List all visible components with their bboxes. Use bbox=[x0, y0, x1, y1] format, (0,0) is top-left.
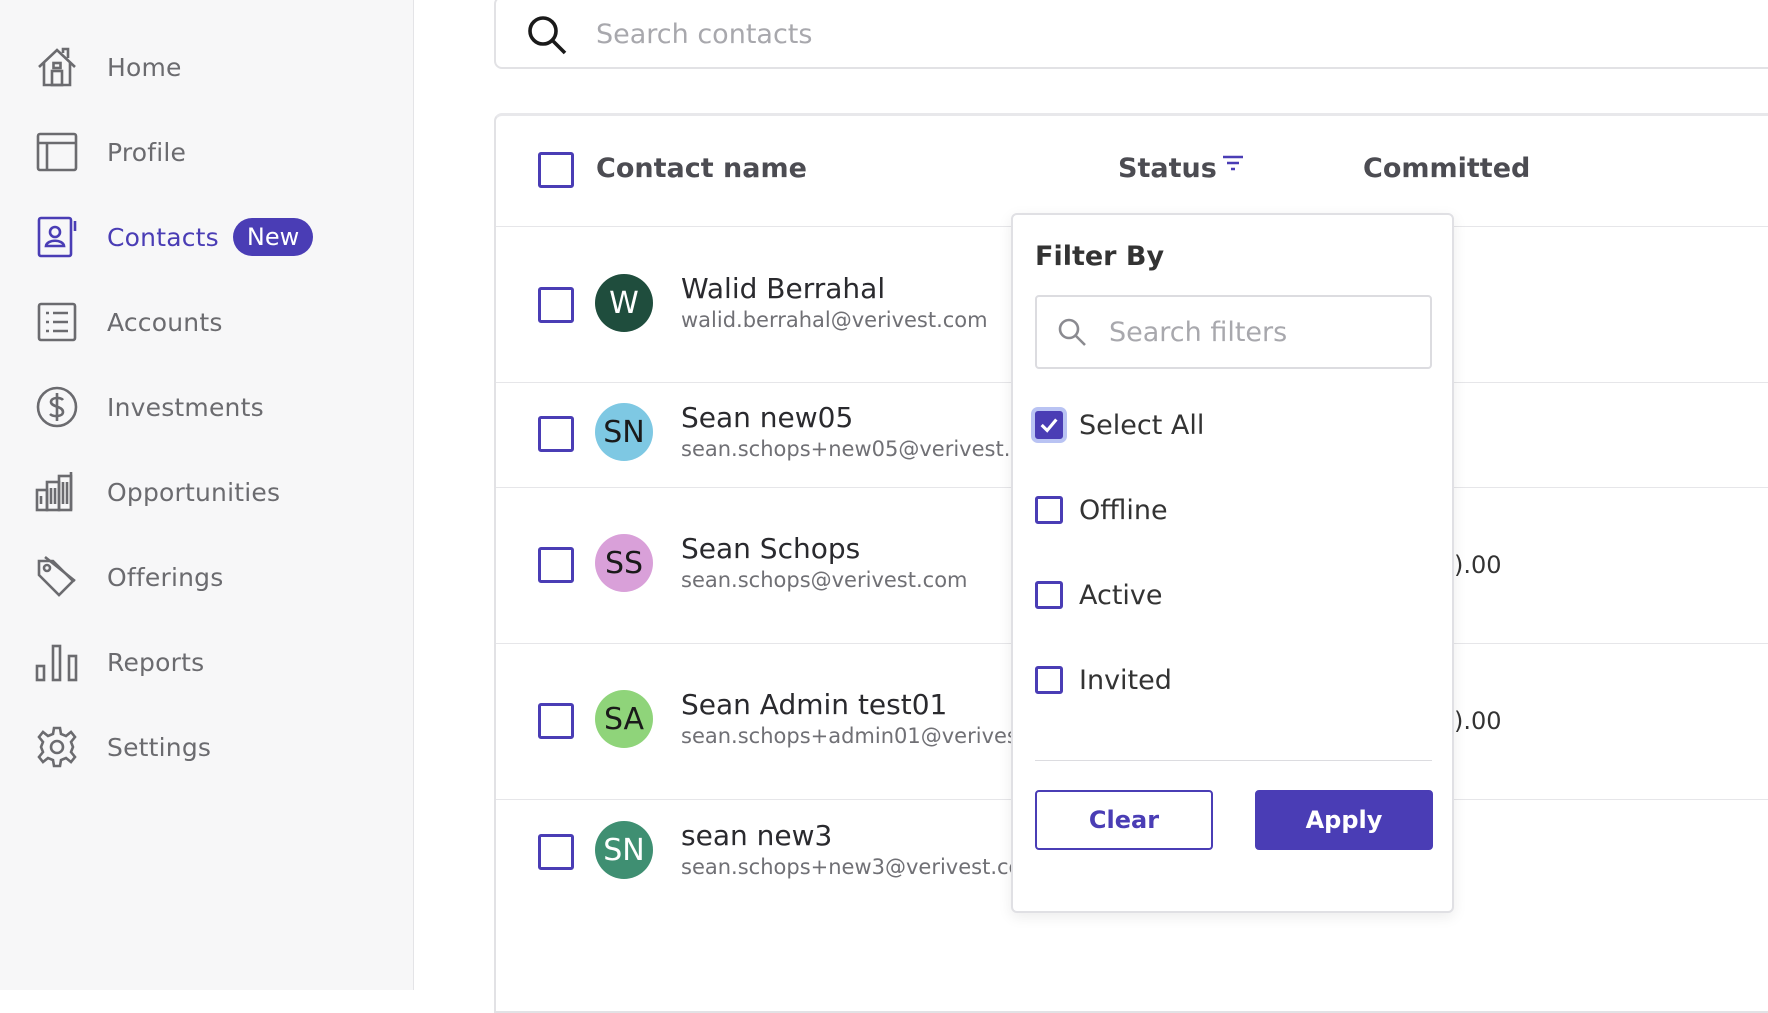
buildings-icon bbox=[35, 470, 79, 514]
search-input[interactable] bbox=[596, 12, 1496, 56]
row-checkbox[interactable] bbox=[538, 834, 574, 870]
avatar: W bbox=[595, 274, 653, 332]
sidebar-item-label: Offerings bbox=[107, 562, 224, 592]
status-filter-popover: Filter By Select All Offline Active Invi… bbox=[1011, 213, 1454, 913]
row-checkbox[interactable] bbox=[538, 547, 574, 583]
contact-name[interactable]: Walid Berrahal bbox=[681, 272, 885, 305]
column-header-contact-name[interactable]: Contact name bbox=[596, 153, 807, 184]
committed-value: ).00 bbox=[1454, 551, 1502, 579]
table-header: Contact name Status Committed bbox=[496, 116, 1768, 227]
avatar: SS bbox=[595, 534, 653, 592]
sidebar-item-profile[interactable]: Profile bbox=[35, 127, 186, 177]
contact-name[interactable]: sean new3 bbox=[681, 819, 832, 852]
contact-email: sean.schops+new05@verivest.com bbox=[681, 437, 1056, 461]
filter-search-box bbox=[1035, 295, 1432, 369]
gear-icon bbox=[35, 725, 79, 769]
sidebar-item-accounts[interactable]: Accounts bbox=[35, 297, 223, 347]
search-icon bbox=[526, 14, 568, 56]
select-all-checkbox[interactable] bbox=[1035, 411, 1063, 439]
column-header-status[interactable]: Status bbox=[1118, 153, 1217, 184]
sidebar-item-offerings[interactable]: Offerings bbox=[35, 552, 223, 602]
row-checkbox[interactable] bbox=[538, 416, 574, 452]
filter-title: Filter By bbox=[1035, 241, 1165, 272]
sidebar-item-label: Opportunities bbox=[107, 477, 281, 507]
filter-option-label: Select All bbox=[1079, 409, 1205, 441]
filter-option-active[interactable]: Active bbox=[1035, 575, 1163, 615]
contact-email: walid.berrahal@verivest.com bbox=[681, 308, 988, 332]
contact-name[interactable]: Sean Admin test01 bbox=[681, 688, 947, 721]
column-header-committed[interactable]: Committed bbox=[1363, 153, 1530, 184]
list-icon bbox=[35, 300, 79, 344]
filter-search-input[interactable] bbox=[1109, 311, 1409, 353]
contact-name[interactable]: Sean new05 bbox=[681, 401, 853, 434]
filter-option-label: Offline bbox=[1079, 494, 1168, 526]
sidebar-item-reports[interactable]: Reports bbox=[35, 637, 204, 687]
dollar-icon bbox=[35, 385, 79, 429]
apply-button[interactable]: Apply bbox=[1255, 790, 1433, 850]
contact-card-icon bbox=[35, 215, 79, 259]
sidebar-item-label: Accounts bbox=[107, 307, 223, 337]
sidebar-item-label: Investments bbox=[107, 392, 264, 422]
contact-email: sean.schops+new3@verivest.com bbox=[681, 855, 1042, 879]
layout-icon bbox=[35, 130, 79, 174]
invited-checkbox[interactable] bbox=[1035, 666, 1063, 694]
offline-checkbox[interactable] bbox=[1035, 496, 1063, 524]
filter-option-label: Active bbox=[1079, 579, 1163, 611]
row-checkbox[interactable] bbox=[538, 287, 574, 323]
new-badge: New bbox=[232, 218, 314, 256]
contact-name[interactable]: Sean Schops bbox=[681, 532, 860, 565]
contact-email: sean.schops@verivest.com bbox=[681, 568, 968, 592]
search-bar bbox=[494, 0, 1768, 69]
filter-option-label: Invited bbox=[1079, 664, 1172, 696]
search-icon bbox=[1057, 317, 1087, 347]
sidebar-item-contacts[interactable]: Contacts New bbox=[35, 212, 314, 262]
sidebar-item-label: Settings bbox=[107, 732, 212, 762]
avatar: SN bbox=[595, 821, 653, 879]
filter-option-invited[interactable]: Invited bbox=[1035, 660, 1172, 700]
home-icon bbox=[35, 45, 79, 89]
divider bbox=[1035, 760, 1432, 761]
contact-email: sean.schops+admin01@verivest.co bbox=[681, 724, 1058, 748]
sidebar-item-label: Contacts bbox=[107, 222, 219, 252]
avatar: SN bbox=[595, 403, 653, 461]
sidebar-item-label: Reports bbox=[107, 647, 205, 677]
active-checkbox[interactable] bbox=[1035, 581, 1063, 609]
select-all-rows-checkbox[interactable] bbox=[538, 152, 574, 188]
committed-value: ).00 bbox=[1454, 707, 1502, 735]
sidebar-item-label: Profile bbox=[107, 137, 187, 167]
filter-icon[interactable] bbox=[1221, 152, 1245, 176]
sidebar-item-settings[interactable]: Settings bbox=[35, 722, 211, 772]
bar-chart-icon bbox=[35, 640, 79, 684]
checkmark-icon bbox=[1040, 418, 1058, 433]
tag-icon bbox=[35, 555, 79, 599]
sidebar-item-investments[interactable]: Investments bbox=[35, 382, 264, 432]
sidebar: Home Profile Contacts New Accounts Inves… bbox=[0, 0, 414, 990]
filter-option-offline[interactable]: Offline bbox=[1035, 490, 1168, 530]
row-checkbox[interactable] bbox=[538, 703, 574, 739]
clear-button[interactable]: Clear bbox=[1035, 790, 1213, 850]
sidebar-item-opportunities[interactable]: Opportunities bbox=[35, 467, 280, 517]
sidebar-item-label: Home bbox=[107, 52, 182, 82]
filter-option-select-all[interactable]: Select All bbox=[1035, 405, 1204, 445]
avatar: SA bbox=[595, 690, 653, 748]
sidebar-item-home[interactable]: Home bbox=[35, 42, 182, 92]
